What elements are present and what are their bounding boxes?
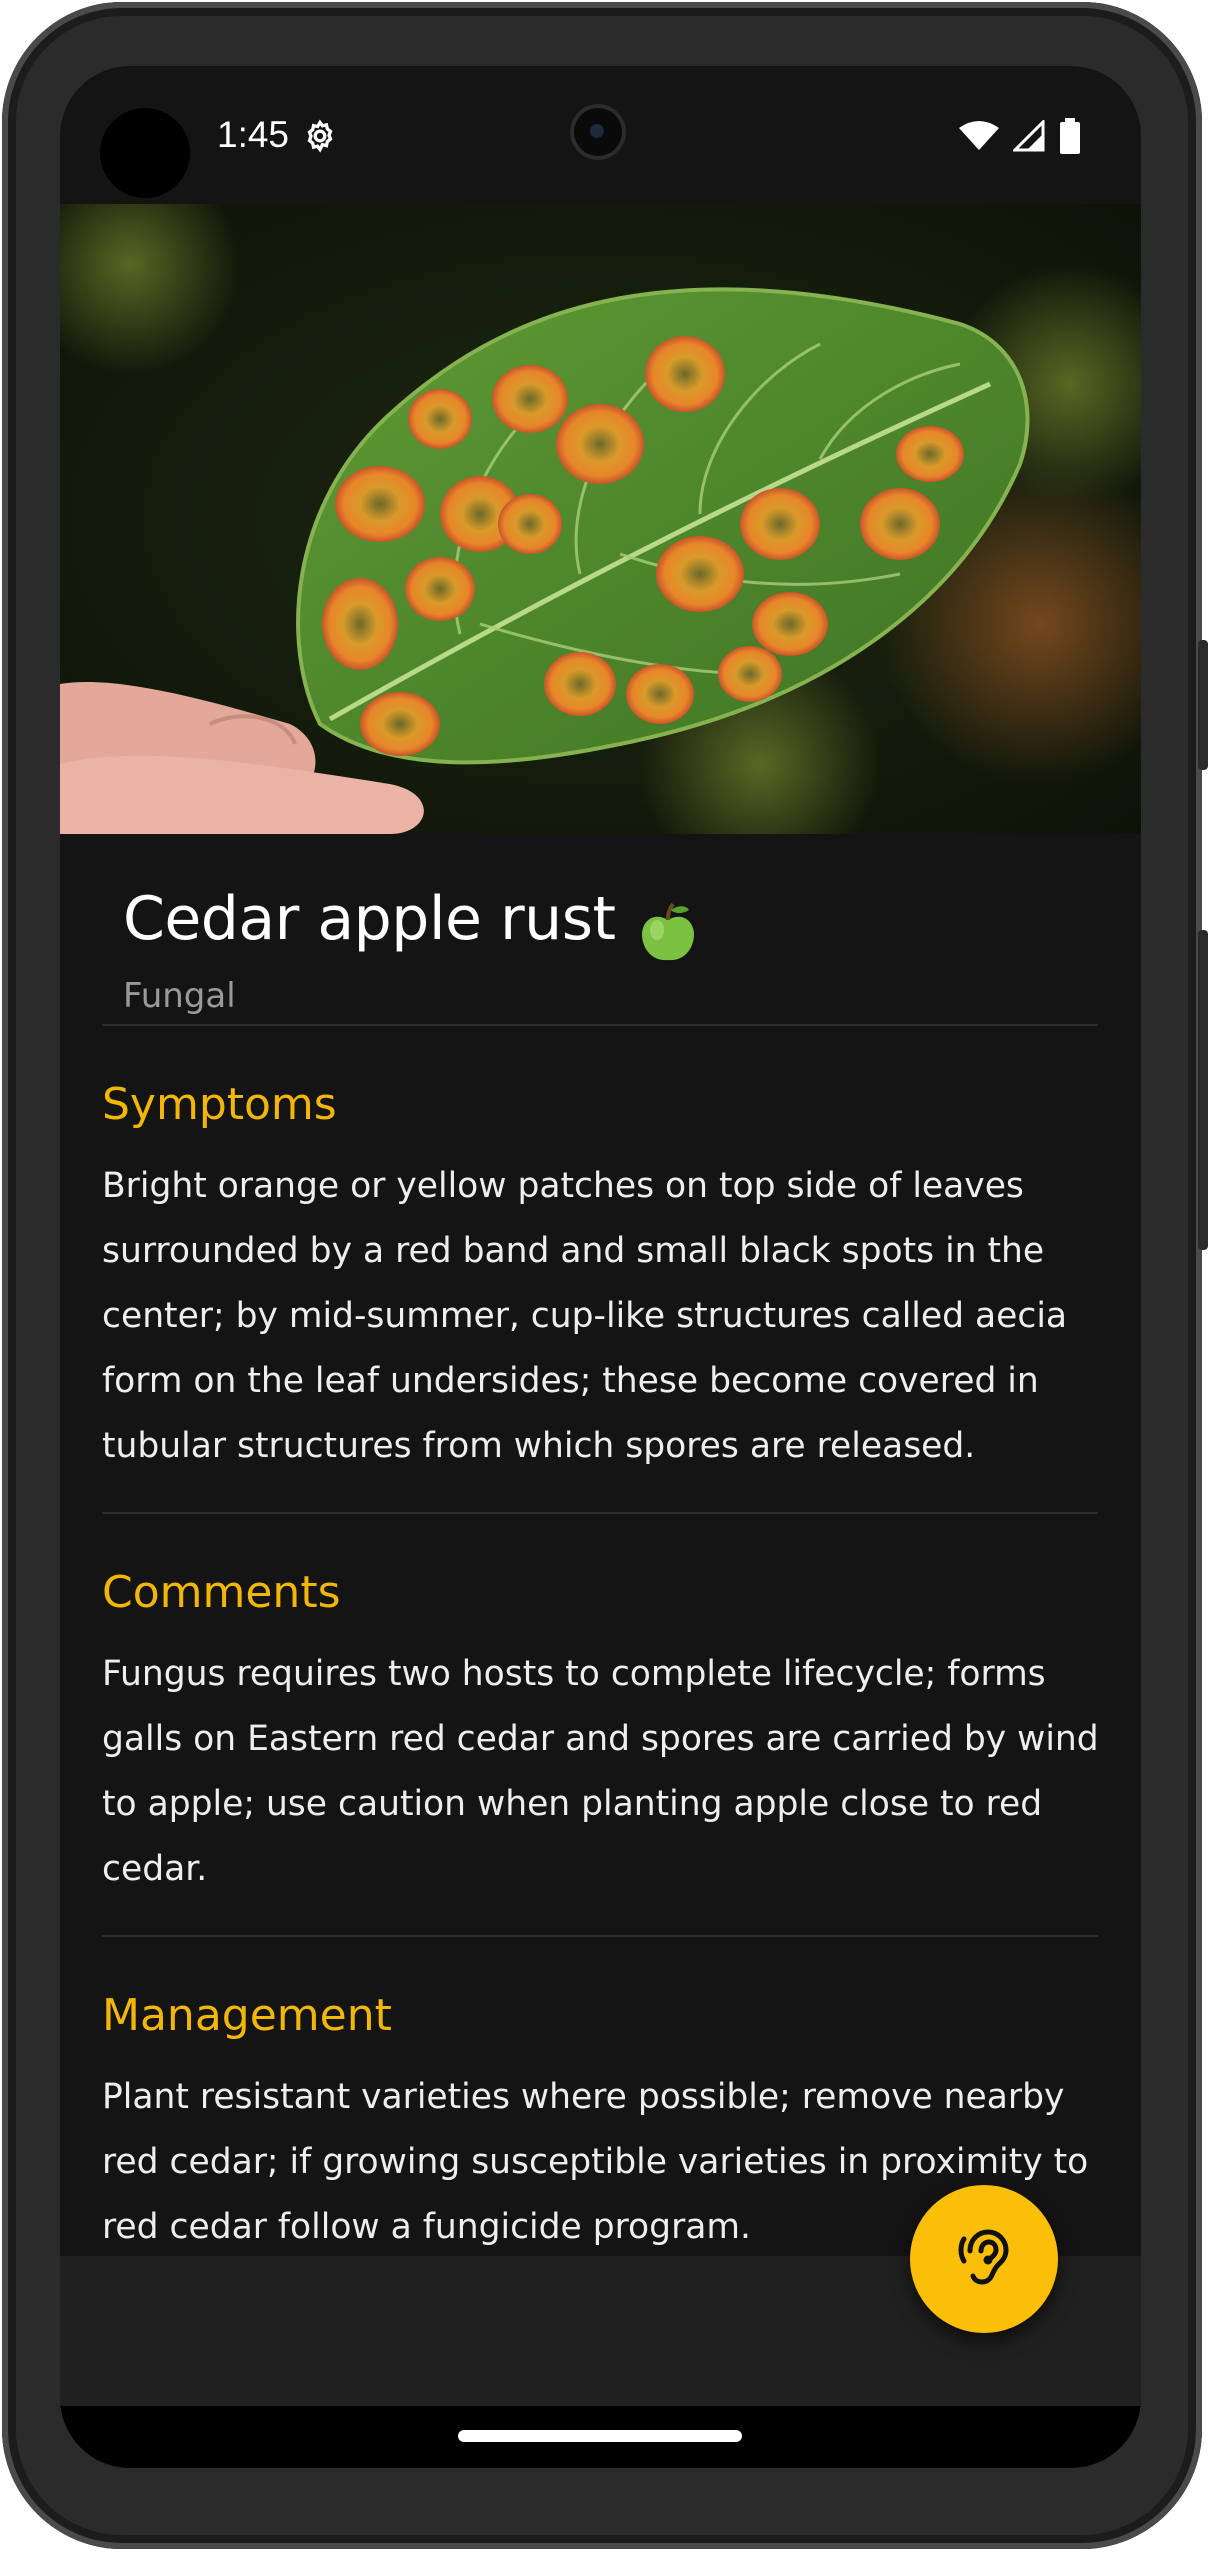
status-icons (959, 118, 1081, 158)
cell-signal-icon (1011, 118, 1045, 156)
disease-category: Fungal (123, 975, 236, 1016)
title-block: Cedar apple rust Fungal (123, 884, 701, 1016)
listen-button[interactable] (910, 2185, 1058, 2333)
screen: 1:45 Cedar apple rust Fungal Symptoms Br… (60, 66, 1141, 2468)
wifi-icon (959, 120, 999, 156)
power-button (1198, 640, 1208, 770)
device: 1:45 Cedar apple rust Fungal Symptoms Br… (0, 0, 1209, 2553)
volume-button (1198, 930, 1208, 1250)
status-bar: 1:45 (60, 66, 1141, 204)
battery-icon (1059, 118, 1081, 158)
divider (102, 1024, 1098, 1026)
disease-photo (60, 204, 1141, 834)
settings-gear-icon (302, 118, 338, 154)
disease-title: Cedar apple rust (123, 884, 616, 954)
section-heading-comments: Comments (102, 1567, 341, 1618)
front-sensor (100, 108, 190, 198)
home-gesture-handle[interactable] (458, 2430, 742, 2442)
hearing-ear-icon (952, 2225, 1016, 2293)
divider (102, 1935, 1098, 1937)
status-time: 1:45 (217, 114, 290, 155)
section-heading-management: Management (102, 1990, 392, 2041)
divider (102, 1512, 1098, 1514)
front-camera (570, 104, 626, 160)
section-body-symptoms: Bright orange or yellow patches on top s… (102, 1166, 1068, 1466)
disease-detail: Cedar apple rust Fungal Symptoms Bright … (60, 834, 1141, 2326)
green-apple-icon (635, 900, 701, 970)
section-heading-symptoms: Symptoms (102, 1079, 337, 1130)
section-body-comments: Fungus requires two hosts to complete li… (102, 1654, 1099, 1889)
